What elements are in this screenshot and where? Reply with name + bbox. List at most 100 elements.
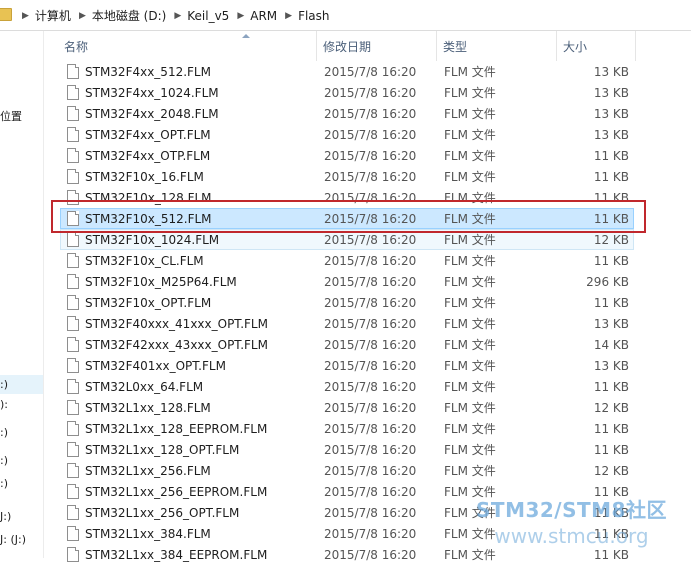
file-date: 2015/7/8 16:20 [324,65,417,79]
nav-item[interactable]: :) [0,451,43,470]
file-row[interactable]: STM32L1xx_128.FLM 2015/7/8 16:20 FLM 文件 12 … [60,397,634,418]
file-row[interactable]: STM32F4xx_1024.FLM 2015/7/8 16:20 FLM 文件 13… [60,82,634,103]
nav-item-label: J:) [0,510,12,523]
nav-item[interactable]: :) [0,423,43,442]
file-icon [67,316,79,331]
file-row[interactable]: STM32F4xx_OTP.FLM 2015/7/8 16:20 FLM 文件 11 … [60,145,634,166]
file-name: STM32F10x_CL.FLM [85,254,204,268]
chevron-right-icon[interactable]: ▶ [235,11,250,21]
file-date: 2015/7/8 16:20 [324,170,417,184]
nav-item[interactable]: ): [0,395,43,414]
file-row[interactable]: STM32L1xx_384.FLM 2015/7/8 16:20 FLM 文件 11 … [60,523,634,544]
address-bar[interactable]: ▶ 计算机 ▶ 本地磁盘 (D:) ▶ Keil_v5 ▶ ARM ▶ Flash [0,0,691,31]
nav-item[interactable]: :) [0,474,43,493]
file-size: 11 KB [593,485,629,499]
file-date: 2015/7/8 16:20 [324,317,417,331]
column-header-size[interactable]: 大小 [557,31,636,61]
file-row[interactable]: STM32F4xx_512.FLM 2015/7/8 16:20 FLM 文件 13 … [60,61,634,82]
file-date: 2015/7/8 16:20 [324,338,417,352]
file-date: 2015/7/8 16:20 [324,548,417,562]
file-row[interactable]: STM32F10x_OPT.FLM 2015/7/8 16:20 FLM 文件 11 … [60,292,634,313]
file-row[interactable]: STM32F40xxx_41xxx_OPT.FLM 2015/7/8 16:20 F… [60,313,634,334]
file-row[interactable]: STM32L1xx_256_OPT.FLM 2015/7/8 16:20 FLM 文… [60,502,634,523]
file-icon [67,547,79,562]
breadcrumb-item[interactable]: ARM [250,9,283,23]
nav-item[interactable]: :) [0,375,43,394]
file-icon [67,64,79,79]
file-row[interactable]: STM32F4xx_OPT.FLM 2015/7/8 16:20 FLM 文件 13 … [60,124,634,145]
file-name: STM32L1xx_384_EEPROM.FLM [85,548,268,562]
file-row[interactable]: STM32L1xx_128_EEPROM.FLM 2015/7/8 16:20 FL… [60,418,634,439]
file-type: FLM 文件 [444,506,496,520]
breadcrumb-item[interactable]: 计算机 [35,7,77,24]
file-size: 11 KB [593,149,629,163]
navigation-pane[interactable]: 位置:))::):):)J:)J: (J:) [0,31,44,558]
nav-item[interactable]: J:) [0,507,43,526]
file-date: 2015/7/8 16:20 [324,86,417,100]
file-row[interactable]: STM32F42xxx_43xxx_OPT.FLM 2015/7/8 16:20 F… [60,334,634,355]
chevron-right-icon[interactable]: ▶ [20,11,35,21]
file-icon [67,400,79,415]
file-type: FLM 文件 [444,65,496,79]
file-type: FLM 文件 [444,464,496,478]
file-icon [67,295,79,310]
column-header-date[interactable]: 修改日期 [317,31,437,61]
file-size: 11 KB [593,254,629,268]
file-name: STM32F4xx_OTP.FLM [85,149,211,163]
breadcrumb-item[interactable]: 本地磁盘 (D:) [92,7,172,24]
file-icon [67,463,79,478]
breadcrumb: ▶ 计算机 ▶ 本地磁盘 (D:) ▶ Keil_v5 ▶ ARM ▶ Flash [20,0,336,31]
file-name: STM32F4xx_512.FLM [85,65,211,79]
column-header-type[interactable]: 类型 [437,31,557,61]
chevron-right-icon[interactable]: ▶ [283,11,298,21]
file-type: FLM 文件 [444,170,496,184]
file-type: FLM 文件 [444,422,496,436]
file-row[interactable]: STM32F10x_16.FLM 2015/7/8 16:20 FLM 文件 11 K… [60,166,634,187]
nav-item[interactable]: J: (J:) [0,530,43,549]
file-icon [67,274,79,289]
chevron-right-icon[interactable]: ▶ [77,11,92,21]
file-icon [67,358,79,373]
file-row[interactable]: STM32L0xx_64.FLM 2015/7/8 16:20 FLM 文件 11 K… [60,376,634,397]
chevron-right-icon[interactable]: ▶ [172,11,187,21]
file-row[interactable]: STM32L1xx_384_EEPROM.FLM 2015/7/8 16:20 FL… [60,544,634,565]
file-row[interactable]: STM32L1xx_256_EEPROM.FLM 2015/7/8 16:20 FL… [60,481,634,502]
file-name: STM32L1xx_128_OPT.FLM [85,443,240,457]
file-icon [67,505,79,520]
file-date: 2015/7/8 16:20 [324,401,417,415]
file-name: STM32F40xxx_41xxx_OPT.FLM [85,317,268,331]
file-row[interactable]: STM32L1xx_128_OPT.FLM 2015/7/8 16:20 FLM 文… [60,439,634,460]
annotation-highlight-box [51,200,646,233]
file-date: 2015/7/8 16:20 [324,380,417,394]
file-name: STM32L0xx_64.FLM [85,380,204,394]
file-size: 296 KB [586,275,629,289]
nav-item-label: 位置 [0,110,22,123]
file-row[interactable]: STM32F10x_M25P64.FLM 2015/7/8 16:20 FLM 文件… [60,271,634,292]
file-icon [67,379,79,394]
file-size: 11 KB [593,506,629,520]
file-name: STM32F4xx_1024.FLM [85,86,219,100]
file-row[interactable]: STM32F4xx_2048.FLM 2015/7/8 16:20 FLM 文件 13… [60,103,634,124]
file-icon [67,526,79,541]
file-name: STM32F401xx_OPT.FLM [85,359,226,373]
file-name: STM32F10x_OPT.FLM [85,296,212,310]
nav-item[interactable]: 位置 [0,107,43,126]
file-type: FLM 文件 [444,548,496,562]
file-icon [67,148,79,163]
breadcrumb-item[interactable]: Flash [298,9,335,23]
nav-item-label: J: (J:) [0,533,26,546]
file-size: 11 KB [593,527,629,541]
file-type: FLM 文件 [444,485,496,499]
column-header-name[interactable]: 名称 [58,31,317,61]
file-row[interactable]: STM32L1xx_256.FLM 2015/7/8 16:20 FLM 文件 12 … [60,460,634,481]
file-name: STM32F4xx_OPT.FLM [85,128,211,142]
column-header-name-label: 名称 [64,40,89,54]
file-size: 13 KB [593,359,629,373]
file-name: STM32L1xx_384.FLM [85,527,211,541]
file-row[interactable]: STM32F401xx_OPT.FLM 2015/7/8 16:20 FLM 文件 1… [60,355,634,376]
file-type: FLM 文件 [444,401,496,415]
file-row[interactable]: STM32F10x_CL.FLM 2015/7/8 16:20 FLM 文件 11 K… [60,250,634,271]
breadcrumb-item[interactable]: Keil_v5 [187,9,235,23]
file-icon [67,484,79,499]
file-size: 11 KB [593,422,629,436]
